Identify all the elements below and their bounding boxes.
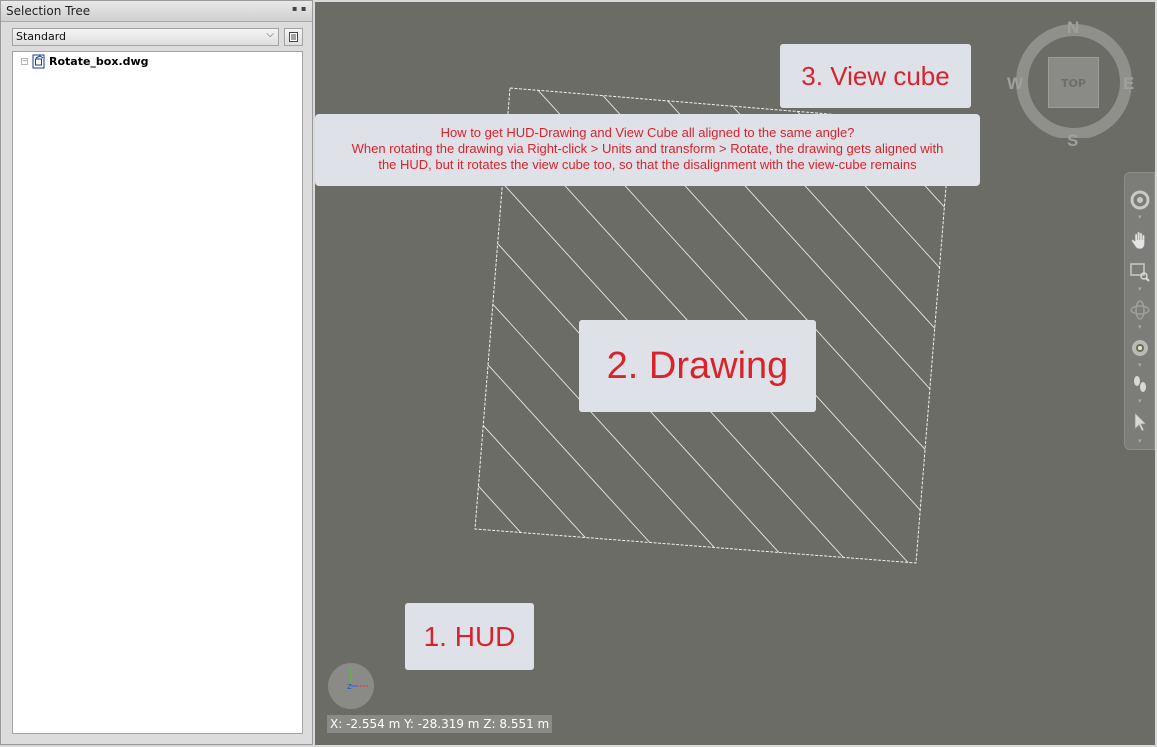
walk-icon[interactable] xyxy=(1129,373,1151,395)
nav-dropdown-icon[interactable]: ▾ xyxy=(1138,361,1142,369)
nav-dropdown-icon[interactable]: ▾ xyxy=(1138,437,1142,445)
compass-east[interactable]: E xyxy=(1123,74,1134,94)
panel-title: Selection Tree xyxy=(6,4,91,18)
tree-mode-value: Standard xyxy=(16,30,67,43)
question-annotation: How to get HUD-Drawing and View Cube all… xyxy=(315,114,980,186)
tree-mode-select[interactable]: Standard ⌵ xyxy=(12,28,279,46)
view-cube-annotation: 3. View cube xyxy=(780,44,971,108)
collapse-toggle[interactable]: − xyxy=(21,58,28,65)
3d-viewport[interactable]: How to get HUD-Drawing and View Cube all… xyxy=(141,2,1155,745)
chevron-down-icon: ⌵ xyxy=(266,29,274,40)
navigation-bar: ▾ ▾ ▾ ▾ ▾ ▾ xyxy=(1124,172,1155,450)
list-icon xyxy=(289,32,298,42)
look-icon[interactable] xyxy=(1129,337,1151,359)
hud-annotation: 1. HUD xyxy=(405,603,534,670)
tree-options-button[interactable] xyxy=(284,28,303,46)
selection-tree[interactable]: − Rotate_box.dwg xyxy=(12,51,303,734)
question-line: How to get HUD-Drawing and View Cube all… xyxy=(440,125,855,140)
tree-item-label: Rotate_box.dwg xyxy=(49,55,149,68)
compass-north[interactable]: N xyxy=(1067,18,1079,38)
compass-west[interactable]: W xyxy=(1007,74,1023,94)
steering-wheel-icon[interactable] xyxy=(1129,189,1151,211)
nav-dropdown-icon[interactable]: ▾ xyxy=(1138,285,1142,293)
panel-header: Selection Tree ▪ ▪ xyxy=(1,1,312,22)
compass-south[interactable]: S xyxy=(1067,131,1078,151)
selection-tree-panel: Selection Tree ▪ ▪ Standard ⌵ − Rotate_b… xyxy=(0,0,313,745)
coordinate-readout: X: -2.554 m Y: -28.319 m Z: 8.551 m xyxy=(327,715,553,733)
close-icon[interactable]: ▪ xyxy=(301,4,306,13)
hud-axis-gizmo: Z xyxy=(328,663,374,709)
question-line: the HUD, but it rotates the view cube to… xyxy=(378,157,917,172)
nav-dropdown-icon[interactable]: ▾ xyxy=(1138,213,1142,221)
zoom-icon[interactable] xyxy=(1129,261,1151,283)
select-cursor-icon[interactable] xyxy=(1129,411,1151,433)
hud-axis-label: Z xyxy=(347,683,352,691)
file-icon xyxy=(32,54,45,69)
question-line: When rotating the drawing via Right-clic… xyxy=(351,141,944,156)
pin-icon[interactable]: ▪ xyxy=(292,4,297,13)
nav-dropdown-icon[interactable]: ▾ xyxy=(1138,323,1142,331)
nav-dropdown-icon[interactable]: ▾ xyxy=(1138,397,1142,405)
orbit-icon[interactable] xyxy=(1129,299,1151,321)
view-cube-top-face[interactable]: TOP xyxy=(1048,57,1099,108)
drawing-annotation: 2. Drawing xyxy=(579,320,816,412)
hand-pan-icon[interactable] xyxy=(1129,229,1151,251)
